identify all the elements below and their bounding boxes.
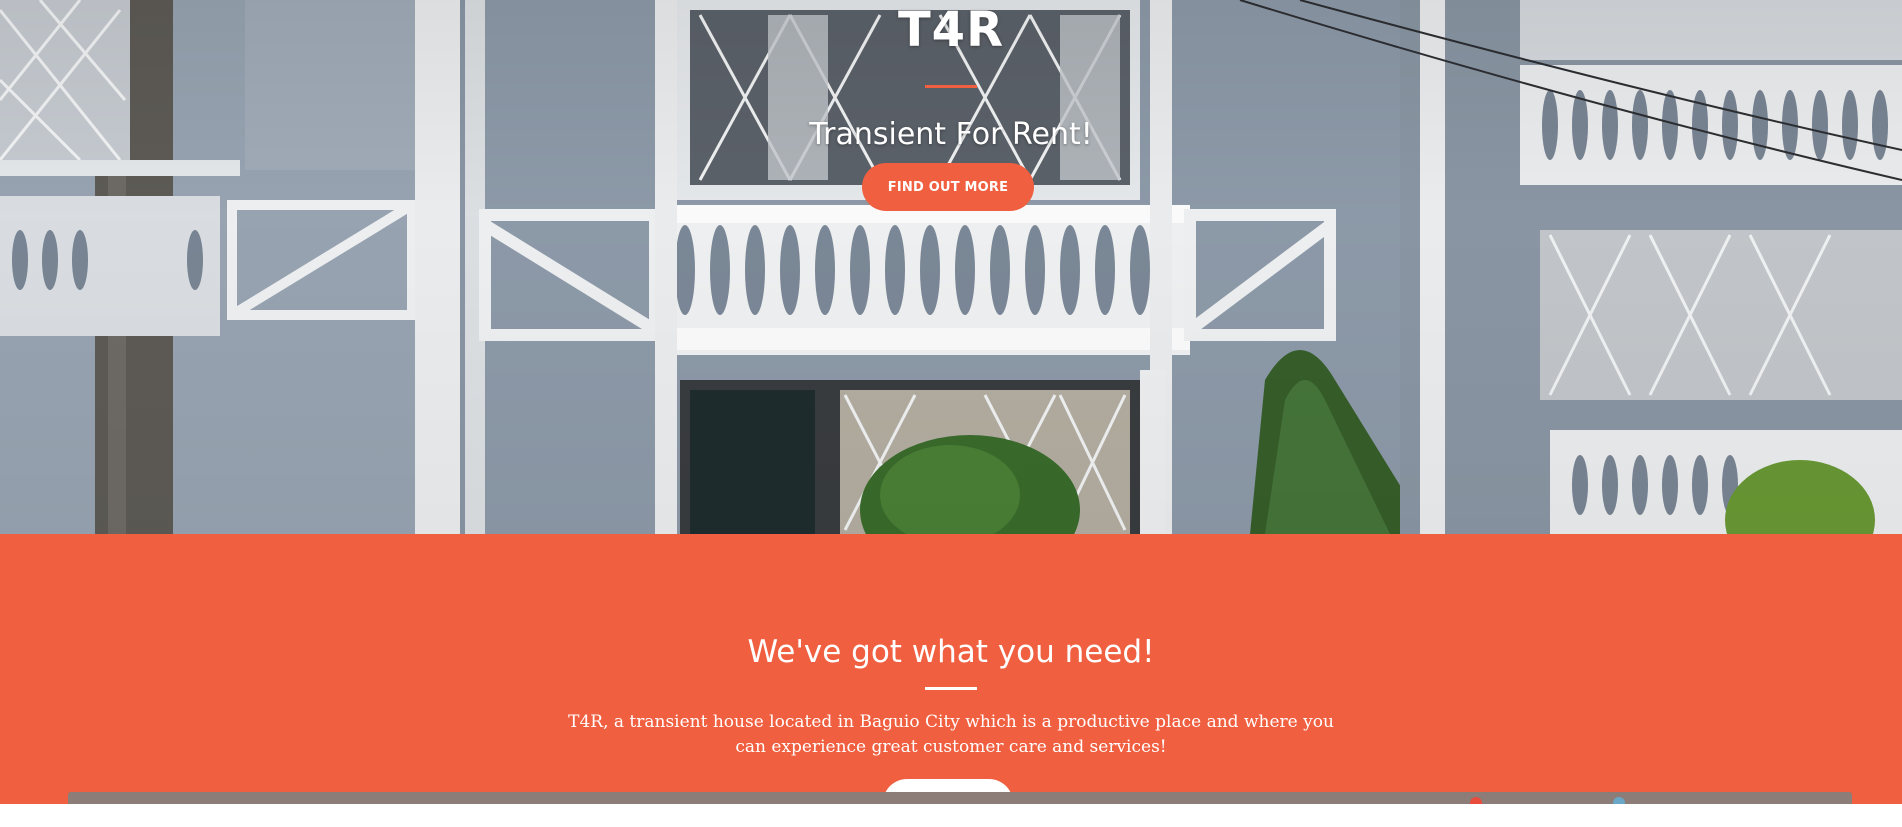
blue-dot-icon <box>1613 797 1625 804</box>
about-description: T4R, a transient house located in Baguio… <box>568 712 1334 757</box>
hero-subtitle: Transient For Rent! <box>809 117 1093 152</box>
hero-section: T4R Transient For Rent! FIND OUT MORE <box>0 0 1902 534</box>
about-divider <box>925 687 977 690</box>
red-dot-icon <box>1470 797 1482 804</box>
find-out-more-button[interactable]: FIND OUT MORE <box>862 163 1034 211</box>
hero-overlay <box>0 0 1902 534</box>
about-section: We've got what you need! T4R, a transien… <box>0 534 1902 827</box>
hero-title: T4R <box>897 2 1005 58</box>
about-heading: We've got what you need! <box>747 634 1155 670</box>
bottom-preview-strip <box>68 792 1852 804</box>
hero-divider <box>925 85 977 88</box>
